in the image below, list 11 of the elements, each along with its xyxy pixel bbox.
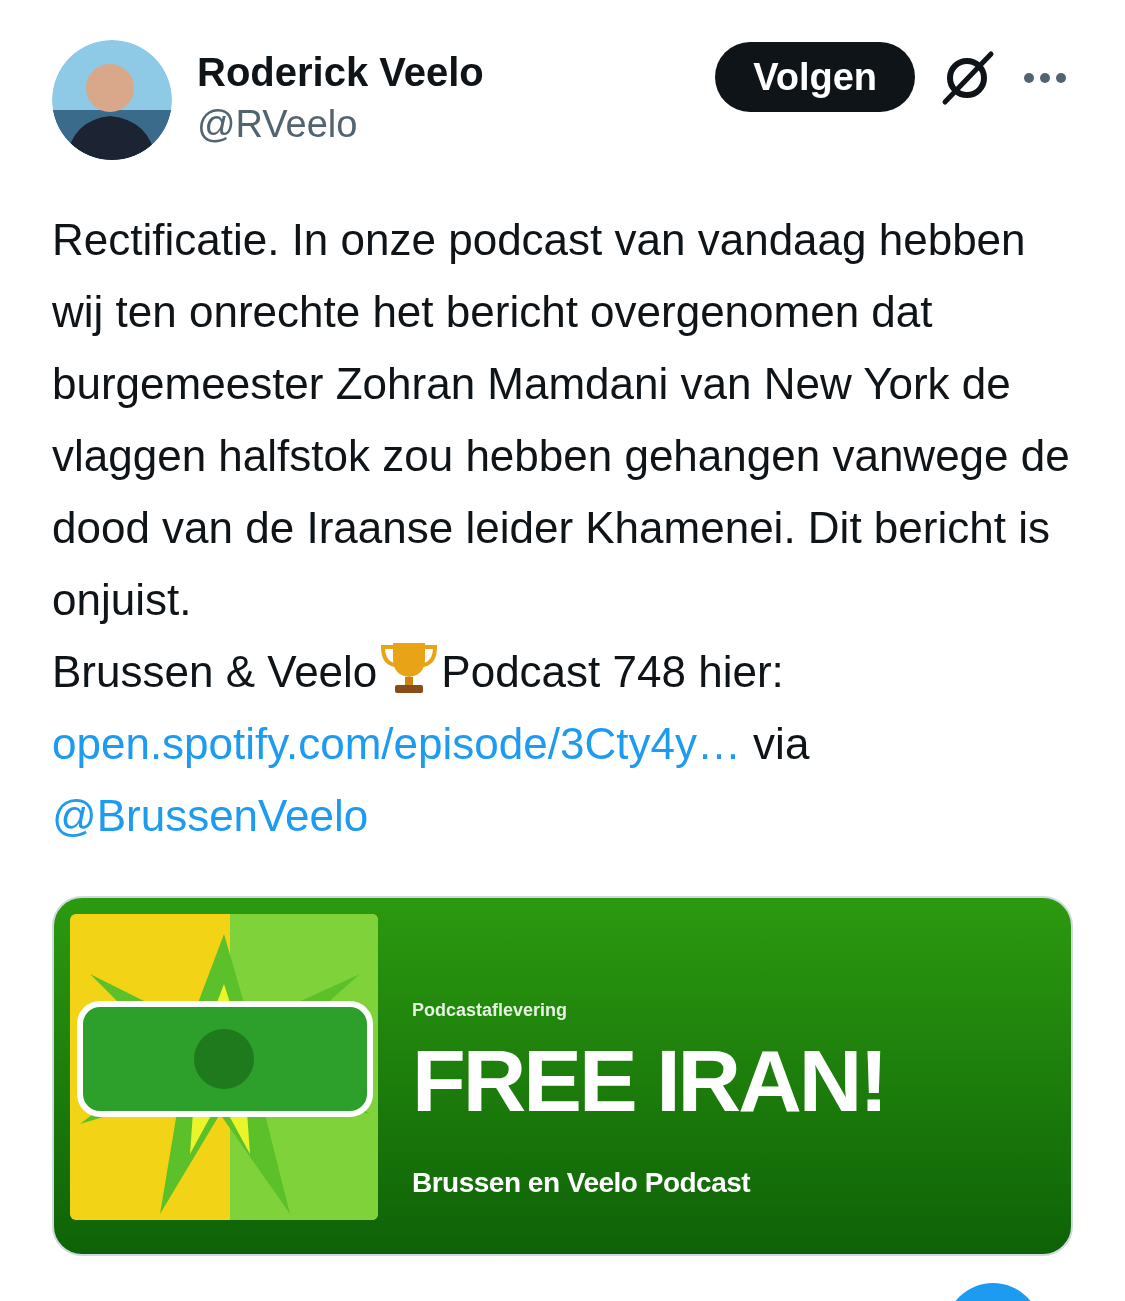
tweet-text: Rectificatie. In onze podcast van vandaag hebben wij ten onrechte het bericht overgenomen dat burgemeester Zohran Mamdani van New York de vlaggen halfstok zou hebben gehangen vanwege de dood van de Iraanse leider Khamenei. Dit bericht is onjuist. <box>52 214 1071 626</box>
more-icon[interactable] <box>1023 72 1067 84</box>
card-label: Podcastaflevering <box>412 1000 569 1021</box>
author-handle[interactable]: @RVeelo <box>197 98 716 150</box>
link-line-text: open.spotify.com/episode/3Cty4y… via @BrussenVeelo <box>52 718 811 842</box>
card-subtitle: Brussen en Veelo Podcast <box>412 1167 752 1199</box>
follow-button[interactable]: Volgen <box>715 42 915 112</box>
podcast-promo-text: Brussen & Veelo Podcast 748 hier: <box>52 636 1073 708</box>
link-card[interactable]: Podcastaflevering FREE IRAN! Brussen en Veelo Podcast <box>52 896 1073 1256</box>
card-title: FREE IRAN! <box>412 1031 886 1131</box>
author-name[interactable]: Roderick Veelo <box>197 46 716 98</box>
